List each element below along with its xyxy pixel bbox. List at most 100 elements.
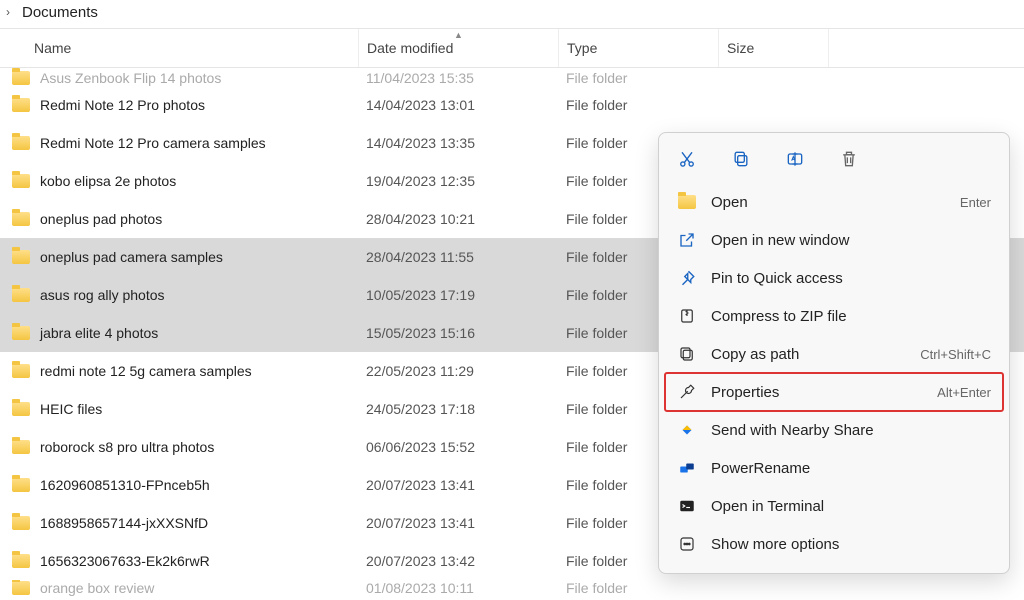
folder-icon — [12, 174, 30, 188]
cell-date: 11/04/2023 15:35 — [358, 70, 558, 86]
cut-icon[interactable] — [675, 147, 699, 171]
context-menu-item-more-options[interactable]: Show more options — [665, 525, 1003, 563]
folder-icon — [12, 516, 30, 530]
cell-name: HEIC files — [0, 401, 358, 417]
file-name: Redmi Note 12 Pro photos — [40, 97, 205, 113]
file-name: oneplus pad photos — [40, 211, 162, 227]
file-name: 1620960851310-FPnceb5h — [40, 477, 210, 493]
delete-icon[interactable] — [837, 147, 861, 171]
cell-name: 1688958657144-jxXXSNfD — [0, 515, 358, 531]
more-icon — [677, 534, 697, 554]
cell-date: 24/05/2023 17:18 — [358, 401, 558, 417]
file-name: 1656323067633-Ek2k6rwR — [40, 553, 210, 569]
context-menu-item-shortcut: Alt+Enter — [937, 385, 991, 400]
folder-icon — [12, 478, 30, 492]
context-menu-item-label: Open in Terminal — [711, 498, 991, 515]
context-menu-item-label: Pin to Quick access — [711, 270, 991, 287]
column-header-name[interactable]: Name — [0, 29, 358, 67]
rename-tool-icon — [677, 458, 697, 478]
wrench-icon — [677, 382, 697, 402]
context-menu-item-powerrename[interactable]: PowerRename — [665, 449, 1003, 487]
context-menu-item-copy-path[interactable]: Copy as path Ctrl+Shift+C — [665, 335, 1003, 373]
context-menu-item-label: Open in new window — [711, 232, 991, 249]
cell-name: Asus Zenbook Flip 14 photos — [0, 70, 358, 86]
cell-name: oneplus pad photos — [0, 211, 358, 227]
cell-name: Redmi Note 12 Pro photos — [0, 97, 358, 113]
context-menu-item-shortcut: Enter — [960, 195, 991, 210]
folder-icon — [12, 136, 30, 150]
folder-icon — [12, 326, 30, 340]
cell-name: jabra elite 4 photos — [0, 325, 358, 341]
context-menu-item-open-new-window[interactable]: Open in new window — [665, 221, 1003, 259]
context-menu-item-label: Open — [711, 194, 946, 211]
column-header-date[interactable]: ▲ Date modified — [358, 29, 558, 67]
context-menu: Open Enter Open in new window Pin to Quick … — [658, 132, 1010, 574]
open-external-icon — [677, 230, 697, 250]
context-menu-item-nearby-share[interactable]: Send with Nearby Share — [665, 411, 1003, 449]
cell-date: 28/04/2023 11:55 — [358, 249, 558, 265]
column-header-date-label: Date modified — [367, 40, 453, 56]
context-menu-item-label: Show more options — [711, 536, 991, 553]
context-menu-item-label: Send with Nearby Share — [711, 422, 991, 439]
folder-icon — [12, 554, 30, 568]
column-header-extra[interactable] — [828, 29, 1024, 67]
cell-date: 06/06/2023 15:52 — [358, 439, 558, 455]
context-menu-item-label: Properties — [711, 384, 923, 401]
cell-date: 01/08/2023 10:11 — [358, 580, 558, 596]
pin-icon — [677, 268, 697, 288]
breadcrumb-current[interactable]: Documents — [22, 4, 98, 21]
cell-date: 14/04/2023 13:35 — [358, 135, 558, 151]
context-menu-item-open[interactable]: Open Enter — [665, 183, 1003, 221]
cell-date: 19/04/2023 12:35 — [358, 173, 558, 189]
table-row[interactable]: Redmi Note 12 Pro photos14/04/2023 13:01… — [0, 86, 1024, 124]
file-name: orange box review — [40, 580, 154, 596]
cell-name: 1620960851310-FPnceb5h — [0, 477, 358, 493]
context-menu-item-pin-quick[interactable]: Pin to Quick access — [665, 259, 1003, 297]
folder-icon — [677, 192, 697, 212]
context-menu-item-label: Compress to ZIP file — [711, 308, 991, 325]
file-name: Asus Zenbook Flip 14 photos — [40, 70, 221, 86]
folder-icon — [12, 364, 30, 378]
column-header-type[interactable]: Type — [558, 29, 718, 67]
file-name: redmi note 12 5g camera samples — [40, 363, 252, 379]
folder-icon — [12, 250, 30, 264]
rename-icon[interactable] — [783, 147, 807, 171]
cell-date: 15/05/2023 15:16 — [358, 325, 558, 341]
cell-date: 20/07/2023 13:41 — [358, 515, 558, 531]
copy-path-icon — [677, 344, 697, 364]
context-menu-item-open-terminal[interactable]: Open in Terminal — [665, 487, 1003, 525]
cell-name: 1656323067633-Ek2k6rwR — [0, 553, 358, 569]
cell-name: roborock s8 pro ultra photos — [0, 439, 358, 455]
context-menu-item-label: Copy as path — [711, 346, 906, 363]
cell-name: orange box review — [0, 580, 358, 596]
cell-date: 28/04/2023 10:21 — [358, 211, 558, 227]
folder-icon — [12, 402, 30, 416]
cell-name: oneplus pad camera samples — [0, 249, 358, 265]
column-headers: Name ▲ Date modified Type Size — [0, 28, 1024, 68]
chevron-right-icon[interactable]: › — [6, 5, 10, 19]
cell-type: File folder — [558, 580, 718, 596]
context-menu-item-compress-zip[interactable]: Compress to ZIP file — [665, 297, 1003, 335]
folder-icon — [12, 71, 30, 85]
copy-icon[interactable] — [729, 147, 753, 171]
file-name: kobo elipsa 2e photos — [40, 173, 176, 189]
terminal-icon — [677, 496, 697, 516]
cell-date: 10/05/2023 17:19 — [358, 287, 558, 303]
table-row[interactable]: Asus Zenbook Flip 14 photos 11/04/2023 15… — [0, 68, 1024, 86]
context-menu-item-properties[interactable]: Properties Alt+Enter — [665, 373, 1003, 411]
file-name: Redmi Note 12 Pro camera samples — [40, 135, 266, 151]
cell-date: 20/07/2023 13:42 — [358, 553, 558, 569]
cell-name: redmi note 12 5g camera samples — [0, 363, 358, 379]
table-row[interactable]: orange box review 01/08/2023 10:11File fo… — [0, 580, 1024, 600]
folder-icon — [12, 212, 30, 226]
nearby-icon — [677, 420, 697, 440]
context-menu-item-shortcut: Ctrl+Shift+C — [920, 347, 991, 362]
file-name: asus rog ally photos — [40, 287, 165, 303]
cell-name: Redmi Note 12 Pro camera samples — [0, 135, 358, 151]
sort-caret-up-icon: ▲ — [454, 30, 463, 40]
cell-type: File folder — [558, 97, 718, 113]
zip-icon — [677, 306, 697, 326]
column-header-size[interactable]: Size — [718, 29, 828, 67]
folder-icon — [12, 581, 30, 595]
context-menu-iconbar — [665, 141, 1003, 183]
